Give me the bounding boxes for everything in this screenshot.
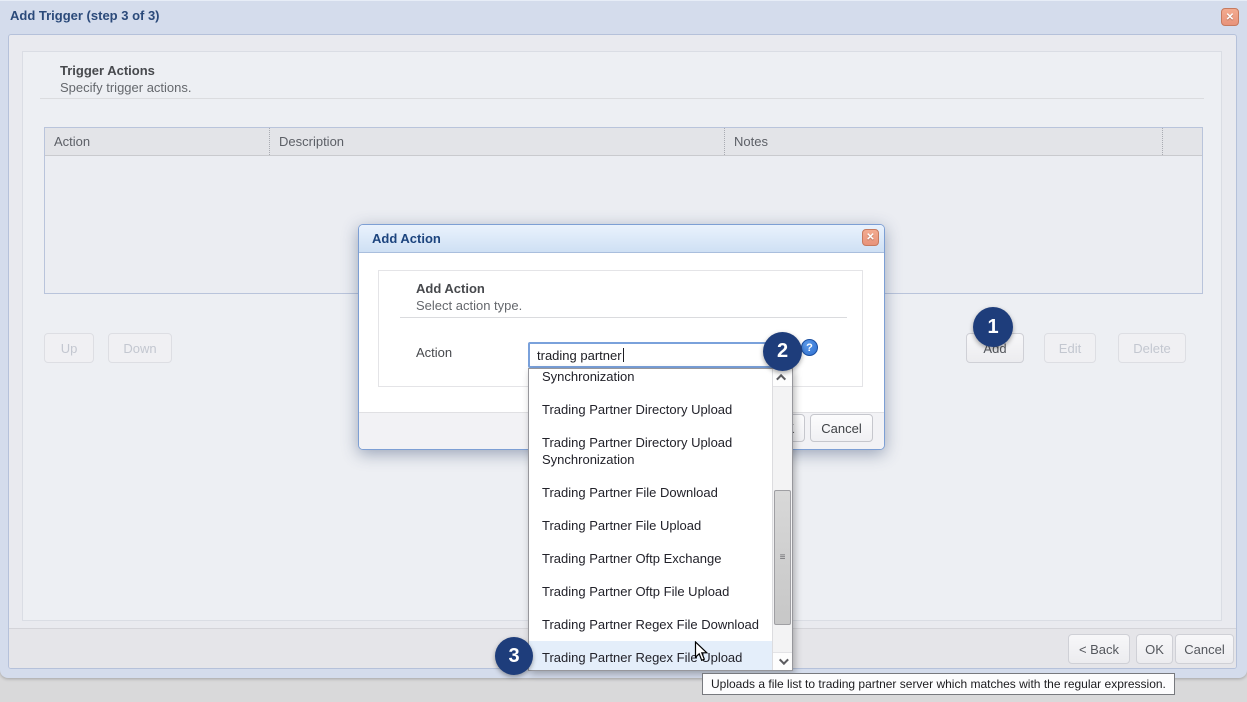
wizard-ok-button[interactable]: OK — [1136, 634, 1173, 664]
add-action-heading: Add Action — [416, 281, 485, 296]
dropdown-item-highlighted[interactable]: Trading Partner Regex File Upload — [529, 641, 772, 670]
edit-button[interactable]: Edit — [1044, 333, 1096, 363]
column-header-description[interactable]: Description — [269, 128, 724, 155]
step-badge-2: 2 — [763, 332, 802, 371]
scroll-up-icon[interactable] — [773, 369, 792, 387]
mouse-cursor — [694, 641, 709, 667]
cursor-icon — [694, 641, 709, 662]
spare-column-header — [1162, 128, 1202, 155]
add-action-titlebar: Add Action — [359, 225, 884, 253]
dropdown-item[interactable]: Trading Partner Oftp Exchange — [529, 542, 772, 575]
add-action-title: Add Action — [372, 225, 441, 253]
down-button[interactable]: Down — [108, 333, 172, 363]
help-icon[interactable]: ? — [801, 339, 818, 356]
dropdown-item[interactable]: Trading Partner Directory Upload — [529, 393, 772, 426]
action-input-value: trading partner — [537, 348, 622, 363]
up-button[interactable]: Up — [44, 333, 94, 363]
step-badge-3: 3 — [495, 637, 533, 675]
scrollbar-thumb[interactable]: ≡ — [774, 490, 791, 625]
delete-button[interactable]: Delete — [1118, 333, 1186, 363]
add-action-description: Select action type. — [416, 298, 522, 313]
trigger-actions-heading: Trigger Actions — [60, 63, 155, 78]
column-header-notes[interactable]: Notes — [724, 128, 1162, 155]
table-header-row: Action Description Notes — [45, 128, 1202, 156]
close-icon[interactable]: ✕ — [862, 229, 879, 246]
dropdown-item[interactable]: Trading Partner File Upload — [529, 509, 772, 542]
dialog-title: Add Trigger (step 3 of 3) — [10, 8, 160, 23]
wizard-cancel-button[interactable]: Cancel — [1175, 634, 1234, 664]
dialog-cancel-button[interactable]: Cancel — [810, 414, 873, 442]
action-tooltip: Uploads a file list to trading partner s… — [702, 673, 1175, 695]
dropdown-item[interactable]: Trading Partner File Download — [529, 476, 772, 509]
dropdown-item-list: Synchronization Trading Partner Director… — [529, 369, 772, 670]
action-field-label: Action — [416, 345, 452, 360]
text-caret — [623, 348, 624, 362]
dropdown-scrollbar[interactable]: ≡ — [772, 369, 792, 670]
grip-icon: ≡ — [780, 553, 786, 563]
scroll-down-icon[interactable] — [773, 652, 792, 670]
trigger-actions-description: Specify trigger actions. — [60, 80, 192, 95]
step-badge-1: 1 — [973, 307, 1013, 347]
action-combobox-input[interactable]: trading partner — [528, 342, 773, 368]
action-type-dropdown: Synchronization Trading Partner Director… — [528, 368, 793, 671]
page: Add Trigger (step 3 of 3) ✕ Trigger Acti… — [0, 0, 1247, 702]
dropdown-item[interactable]: Synchronization — [529, 369, 772, 393]
dialog-divider — [400, 317, 847, 318]
back-button[interactable]: < Back — [1068, 634, 1130, 664]
dropdown-item[interactable]: Trading Partner Regex File Download — [529, 608, 772, 641]
column-header-action[interactable]: Action — [45, 128, 269, 155]
dropdown-item[interactable]: Trading Partner Oftp File Upload — [529, 575, 772, 608]
close-icon[interactable]: ✕ — [1221, 8, 1239, 26]
heading-divider — [40, 98, 1204, 99]
dropdown-item[interactable]: Trading Partner Directory Upload Synchro… — [529, 426, 772, 476]
